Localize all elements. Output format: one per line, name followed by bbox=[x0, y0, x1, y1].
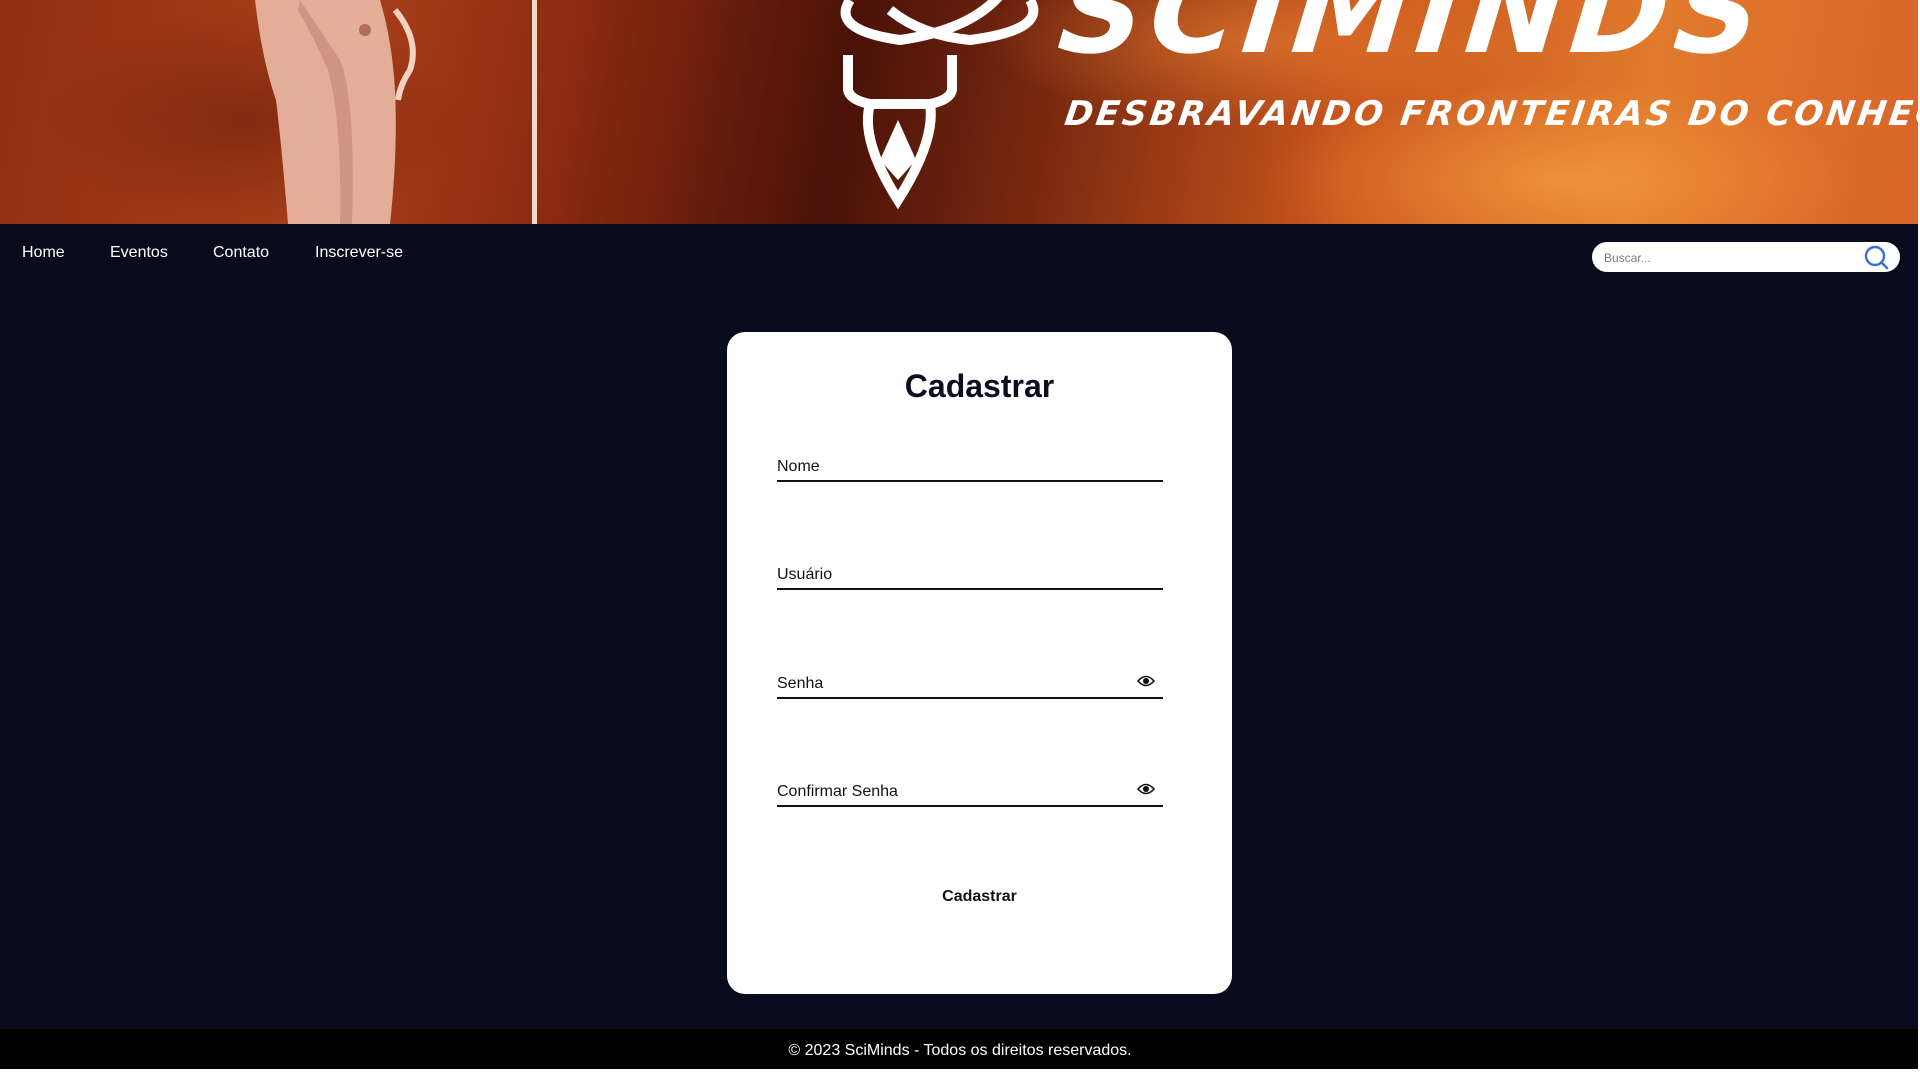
username-input[interactable] bbox=[777, 548, 1117, 588]
nav-item-eventos[interactable]: Eventos bbox=[110, 244, 168, 262]
confirm-password-field: Confirmar Senha bbox=[777, 765, 1163, 807]
name-field: Nome bbox=[777, 440, 1163, 482]
nav-item-contato[interactable]: Contato bbox=[213, 244, 269, 262]
eye-icon bbox=[1136, 675, 1156, 687]
page: SCIMINDS DESBRAVANDO FRONTEIRAS DO CONHE… bbox=[0, 0, 1920, 1069]
name-input[interactable] bbox=[777, 440, 1117, 480]
confirm-password-input[interactable] bbox=[777, 765, 1117, 805]
footer-copyright: © 2023 SciMinds - Todos os direitos rese… bbox=[788, 1042, 1132, 1059]
search-icon bbox=[1864, 245, 1889, 270]
signup-submit-button[interactable]: Cadastrar bbox=[727, 880, 1232, 914]
search-button[interactable] bbox=[1862, 244, 1890, 270]
nav-item-inscrever-se[interactable]: Inscrever-se bbox=[315, 244, 403, 262]
password-field: Senha bbox=[777, 657, 1163, 699]
eye-icon bbox=[1136, 783, 1156, 795]
signup-card: Cadastrar Nome Usuário Senha Confirmar S… bbox=[727, 332, 1232, 994]
header-banner: SCIMINDS DESBRAVANDO FRONTEIRAS DO CONHE… bbox=[0, 0, 1920, 224]
nav-item-home[interactable]: Home bbox=[22, 244, 65, 262]
username-field: Usuário bbox=[777, 548, 1163, 590]
brand-logo bbox=[840, 0, 1039, 210]
brand-title: SCIMINDS bbox=[1052, 0, 1774, 80]
footer: © 2023 SciMinds - Todos os direitos rese… bbox=[0, 1029, 1920, 1069]
password-input[interactable] bbox=[777, 657, 1117, 697]
search-input[interactable] bbox=[1602, 245, 1856, 271]
show-confirm-password-toggle[interactable] bbox=[1136, 782, 1156, 796]
form-title: Cadastrar bbox=[904, 368, 1055, 404]
search-bar bbox=[1592, 242, 1900, 272]
show-password-toggle[interactable] bbox=[1136, 674, 1156, 688]
brand-tagline: DESBRAVANDO FRONTEIRAS DO CONHECIMENTO bbox=[1062, 94, 1920, 134]
